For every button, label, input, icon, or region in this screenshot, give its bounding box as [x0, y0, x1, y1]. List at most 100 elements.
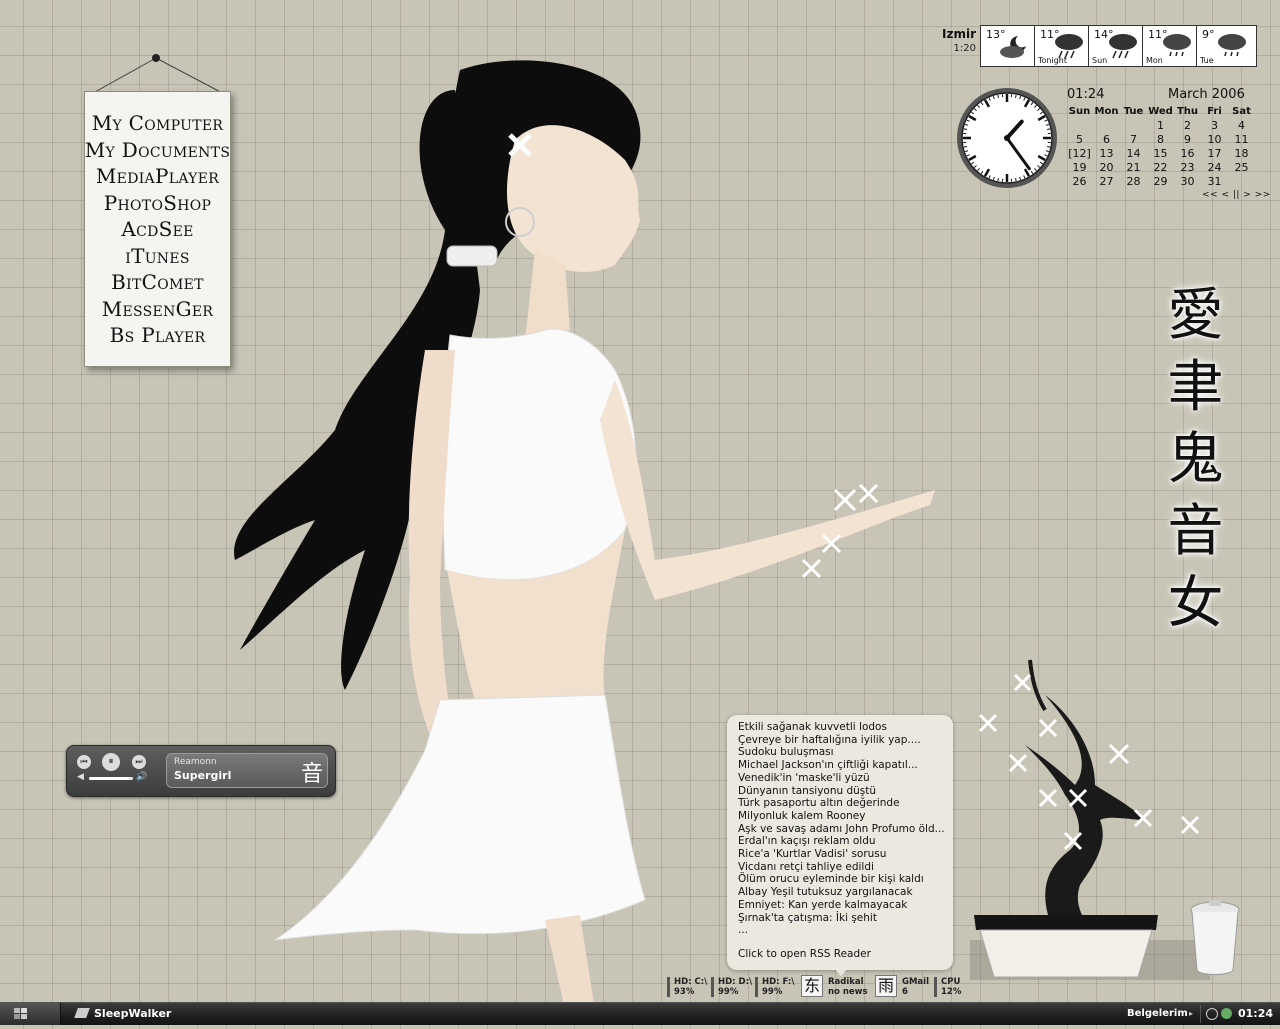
taskbar-window-button[interactable]: SleepWalker — [76, 1005, 266, 1023]
rain-cloud-icon — [1215, 32, 1249, 60]
calendar-day[interactable]: 18 — [1228, 147, 1255, 161]
calendar-day[interactable]: 22 — [1147, 161, 1174, 175]
weather-forecast[interactable]: 13° 11° Tonight 14° Sun 11° Mon 9° — [980, 25, 1257, 67]
calendar-day[interactable]: 2 — [1174, 119, 1201, 133]
volume-slider[interactable] — [89, 777, 133, 780]
rss-item[interactable]: Albay Yeşil tutuksuz yargılanacak — [738, 886, 945, 899]
calendar-day-today[interactable]: [12] — [1066, 147, 1093, 161]
taskbar-window-label: SleepWalker — [94, 1007, 171, 1020]
windows-logo-icon — [0, 1003, 60, 1025]
menu-item-photoshop[interactable]: PhotoShop — [104, 190, 211, 217]
rss-item[interactable]: Sudoku buluşması — [738, 746, 945, 759]
moon-cloud-icon — [998, 32, 1032, 60]
open-rss-reader-link[interactable]: Click to open RSS Reader — [738, 948, 871, 960]
calendar-day[interactable]: 5 — [1066, 133, 1093, 147]
rain-glyph-button[interactable]: 雨 — [875, 975, 897, 997]
calendar-day[interactable]: 11 — [1228, 133, 1255, 147]
east-glyph-button[interactable]: 东 — [801, 975, 823, 997]
calendar-weekday: Wed — [1147, 105, 1174, 119]
tray-status-icon[interactable] — [1206, 1008, 1218, 1020]
calendar-weekday: Mon — [1093, 105, 1120, 119]
rss-item[interactable]: Erdal'ın kaçışı reklam oldu — [738, 835, 945, 848]
calendar-weekday-row: Sun Mon Tue Wed Thu Fri Sat — [1066, 105, 1256, 119]
previous-track-button[interactable]: ⏮ — [77, 755, 91, 769]
disk-d-meter[interactable]: HD: D:\ 99% — [711, 977, 752, 997]
gmail-value: 6 — [902, 987, 929, 997]
calendar-day[interactable]: 16 — [1174, 147, 1201, 161]
radikal-news-meter[interactable]: Radikal no news — [824, 977, 868, 997]
calendar-day[interactable]: 14 — [1120, 147, 1147, 161]
rss-item[interactable]: Dünyanın tansiyonu düştü — [738, 785, 945, 798]
calendar-day[interactable]: 25 — [1228, 161, 1255, 175]
rss-item[interactable]: Ölüm orucu eyleminde bir kişi kaldı — [738, 873, 945, 886]
rss-item[interactable]: Vicdanı retçi tahliye edildi — [738, 861, 945, 874]
calendar-day[interactable]: 19 — [1066, 161, 1093, 175]
calendar-day[interactable]: 21 — [1120, 161, 1147, 175]
weather-day: 13° — [981, 26, 1035, 66]
calendar-day[interactable]: 3 — [1201, 119, 1228, 133]
calendar-week: 1 2 3 4 — [1066, 119, 1256, 133]
taskbar: SleepWalker Belgelerim ▸ 01:24 — [0, 1002, 1280, 1025]
analog-clock — [955, 86, 1059, 190]
disk-c-meter[interactable]: HD: C:\ 93% — [667, 977, 707, 997]
menu-item-mediaplayer[interactable]: MediaPlayer — [96, 163, 219, 190]
kanji-column: 愛 聿 鬼 音 女 — [1158, 280, 1233, 640]
rss-item[interactable]: Etkili sağanak kuvvetli lodos — [738, 721, 945, 734]
calendar-day[interactable]: 8 — [1147, 133, 1174, 147]
gmail-meter[interactable]: GMail 6 — [898, 977, 929, 997]
calendar-day[interactable]: 1 — [1147, 119, 1174, 133]
calendar-day[interactable]: 28 — [1120, 175, 1147, 189]
calendar-day[interactable]: 15 — [1147, 147, 1174, 161]
rss-item[interactable]: Michael Jackson'ın çiftliği kapatıl... — [738, 759, 945, 772]
rss-item[interactable]: Şırnak'ta çatışma: İki şehit — [738, 912, 945, 925]
calendar-day[interactable]: 31 — [1201, 175, 1228, 189]
calendar-day[interactable]: 30 — [1174, 175, 1201, 189]
calendar-nav[interactable]: << < || > >> — [1202, 190, 1271, 200]
rss-item[interactable]: Aşk ve savaş adamı John Profumo öld... — [738, 823, 945, 836]
tray-network-icon[interactable] — [1221, 1008, 1232, 1019]
menu-item-itunes[interactable]: iTunes — [125, 243, 190, 270]
calendar-day[interactable]: 17 — [1201, 147, 1228, 161]
kanji-char: 愛 — [1168, 280, 1224, 352]
rss-item[interactable]: Türk pasaportu altın değerinde — [738, 797, 945, 810]
menu-item-messenger[interactable]: MessenGer — [102, 296, 214, 323]
calendar-day[interactable]: 20 — [1093, 161, 1120, 175]
menu-item-acdsee[interactable]: AcdSee — [121, 216, 193, 243]
disk-f-meter[interactable]: HD: F:\ 99% — [755, 977, 794, 997]
menu-item-bitcomet[interactable]: BitComet — [111, 269, 204, 296]
next-track-button[interactable]: ⏭ — [132, 755, 146, 769]
rss-item[interactable]: Rice'a 'Kurtlar Vadisi' sorusu — [738, 848, 945, 861]
rss-item[interactable]: Çevreye bir haftalığına iyilik yap.... — [738, 734, 945, 747]
rss-item[interactable]: Emniyet: Kan yerde kalmayacak — [738, 899, 945, 912]
track-glyph: 音 — [301, 756, 323, 788]
media-player-widget: ⏮ ⏸ ⏭ ◀ 🔊 Reamonn Supergirl 音 — [66, 745, 336, 797]
menu-item-my-documents[interactable]: My Documents — [85, 137, 230, 164]
my-documents-toolbar[interactable]: Belgelerim — [1127, 1003, 1188, 1025]
calendar-day[interactable] — [1066, 119, 1093, 133]
calendar-day[interactable]: 23 — [1174, 161, 1201, 175]
calendar-day[interactable]: 27 — [1093, 175, 1120, 189]
calendar-day[interactable]: 26 — [1066, 175, 1093, 189]
rss-item[interactable]: Venedik'in 'maske'li yüzü — [738, 772, 945, 785]
calendar-day[interactable]: 24 — [1201, 161, 1228, 175]
menu-item-my-computer[interactable]: My Computer — [92, 110, 224, 137]
toolbar-chevron-icon[interactable]: ▸ — [1189, 1003, 1193, 1025]
rss-item[interactable]: Milyonluk kalem Rooney — [738, 810, 945, 823]
calendar-day[interactable] — [1228, 175, 1255, 189]
calendar-day[interactable]: 10 — [1201, 133, 1228, 147]
calendar-day[interactable]: 7 — [1120, 133, 1147, 147]
start-button[interactable] — [0, 1003, 61, 1025]
cpu-meter[interactable]: CPU 12% — [934, 977, 961, 997]
calendar-day[interactable]: 4 — [1228, 119, 1255, 133]
calendar-day[interactable]: 13 — [1093, 147, 1120, 161]
tray-clock[interactable]: 01:24 — [1238, 1005, 1273, 1023]
calendar-day[interactable] — [1120, 119, 1147, 133]
calendar-day[interactable] — [1093, 119, 1120, 133]
menu-item-bs-player[interactable]: Bs Player — [110, 322, 206, 349]
pause-button[interactable]: ⏸ — [102, 753, 120, 771]
recycle-bin-icon[interactable] — [1185, 898, 1245, 978]
calendar-day[interactable]: 6 — [1093, 133, 1120, 147]
calendar-day[interactable]: 29 — [1147, 175, 1174, 189]
track-info[interactable]: Reamonn Supergirl 音 — [166, 753, 328, 788]
calendar-day[interactable]: 9 — [1174, 133, 1201, 147]
